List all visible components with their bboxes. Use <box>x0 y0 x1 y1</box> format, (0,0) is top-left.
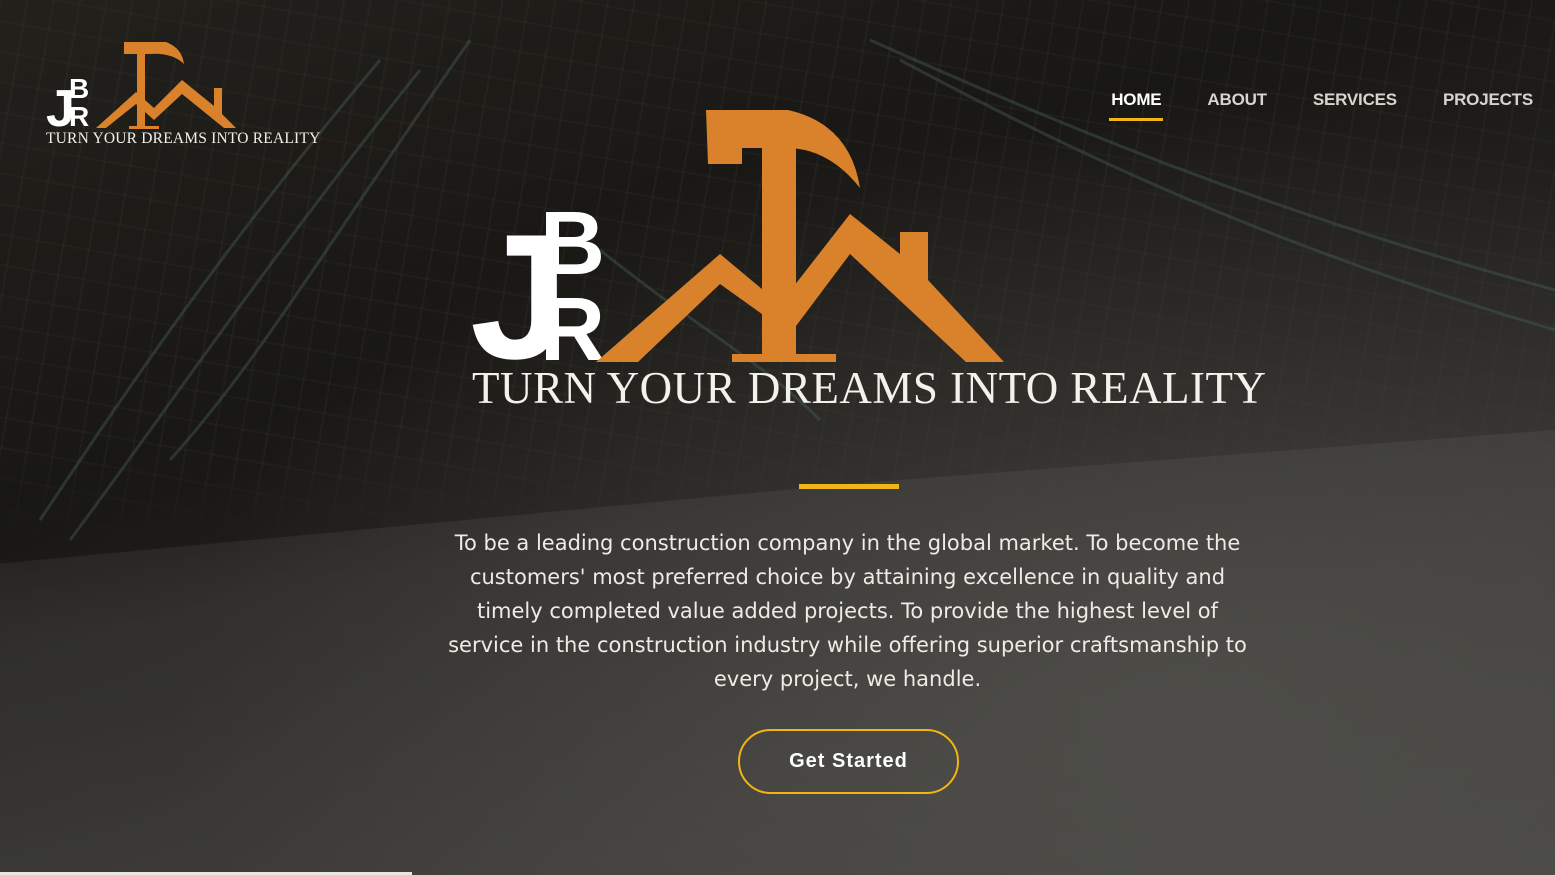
logo-letters-b: B <box>69 73 89 104</box>
logo-letters-r: R <box>69 101 89 132</box>
logo-roof <box>96 80 236 128</box>
hammer-roof-large-icon: J B R <box>470 110 1004 366</box>
nav-item-services[interactable]: SERVICES <box>1311 86 1399 121</box>
get-started-button[interactable]: Get Started <box>738 729 959 794</box>
hero-logo-letter-b: B <box>540 194 605 294</box>
hero-section: J B R TURN YOUR DREAMS INTO REALITY HOME… <box>0 0 1555 875</box>
hero-logo: J B R TURN YOUR DREAMS INTO REALITY <box>470 104 1266 424</box>
hero-divider <box>799 484 899 489</box>
hero-logo-tagline: TURN YOUR DREAMS INTO REALITY <box>472 363 1267 413</box>
mission-statement: To be a leading construction company in … <box>448 531 1247 691</box>
header-logo-tagline: TURN YOUR DREAMS INTO REALITY <box>46 130 321 147</box>
hero-logo-letter-r: R <box>540 280 605 366</box>
hammer-roof-icon: J B R <box>46 42 236 132</box>
header-logo[interactable]: J B R TURN YOUR DREAMS INTO REALITY <box>44 40 320 152</box>
hero-logo-roof <box>596 214 1004 362</box>
nav-item-projects[interactable]: PROJECTS <box>1441 86 1535 121</box>
